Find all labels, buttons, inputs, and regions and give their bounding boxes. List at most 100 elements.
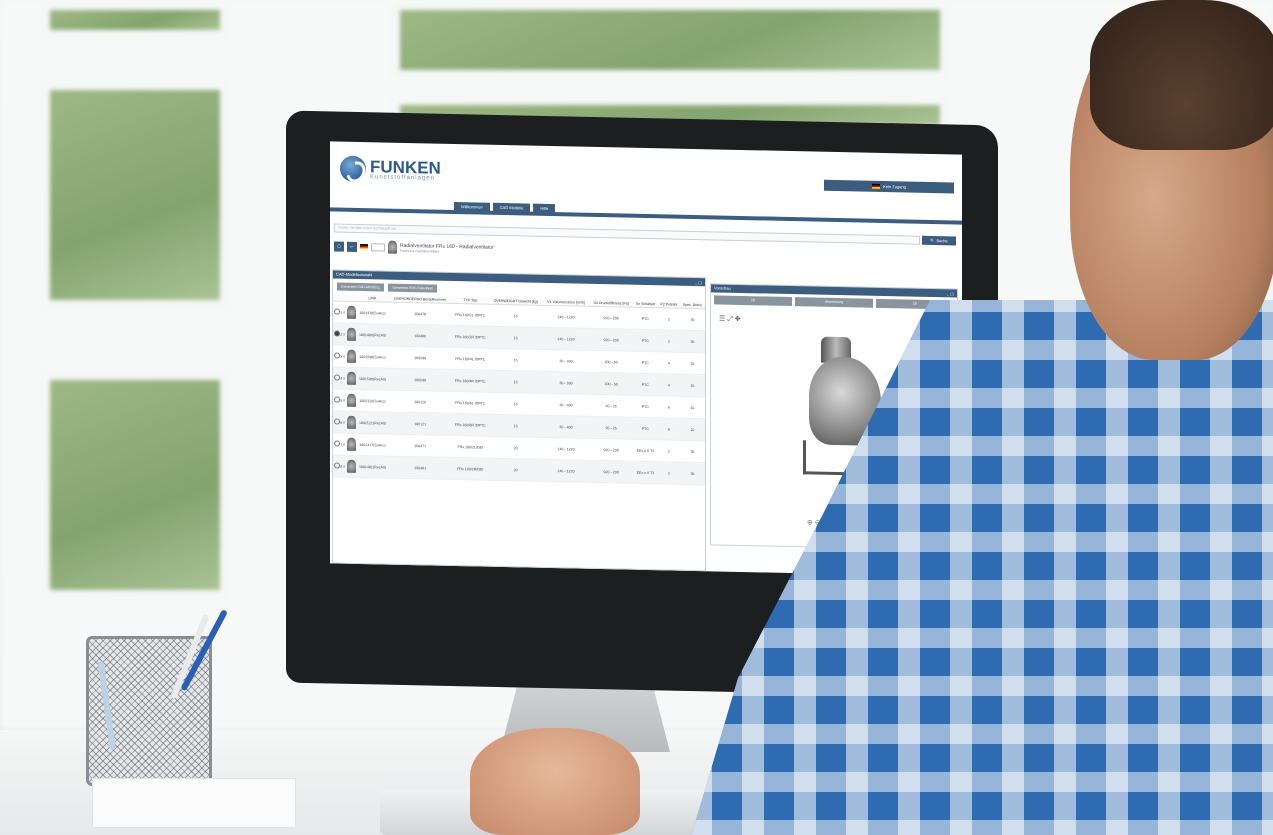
cell-order: 100121 — [388, 412, 453, 436]
cad-panel-title: CAD-Modellauswahl — [336, 271, 373, 278]
cell-poles: 2 — [657, 439, 680, 463]
cell-weight: 15 — [488, 370, 543, 394]
cell-type: FRs 160/6L /DPTC — [452, 391, 489, 415]
breadcrumb: Radialventilator FRs 160 - Radialventila… — [400, 242, 494, 254]
hand — [470, 728, 640, 835]
row-select-radio[interactable] — [333, 440, 340, 447]
cell-weight: 15 — [488, 392, 543, 416]
row-select-radio[interactable] — [333, 308, 340, 315]
nav-row: ⌂ ← Radialventilator FRs 160 - Radialven… — [334, 239, 494, 255]
table-cell-icon — [345, 433, 357, 456]
row-select-radio[interactable] — [333, 374, 340, 381]
cell-type: FRs 160/4L /DPTC — [452, 347, 489, 371]
row-select-radio[interactable] — [333, 462, 340, 469]
row-select-radio[interactable] — [333, 352, 340, 359]
cell-order: 100481 — [388, 456, 453, 480]
view-3d-button[interactable]: 3D — [714, 295, 792, 307]
table-cell-icon — [345, 323, 357, 346]
window-pane-top-left — [40, 0, 230, 40]
generate-cad-button[interactable]: Generiere CAD-MODELL — [337, 282, 385, 292]
cell-flow: 30 - 400 — [542, 393, 590, 417]
table-cell-icon — [333, 432, 341, 456]
cell-poles: 6 — [657, 395, 680, 419]
user-bar[interactable]: Kein Zugang — [824, 179, 954, 194]
cell-link: 1001480(RecAlt) — [356, 323, 389, 347]
cad-download-icon[interactable]: ⇩ — [343, 376, 346, 380]
user-label: Kein Zugang — [883, 183, 906, 190]
cad-download-icon[interactable]: ⇩ — [343, 398, 346, 402]
cell-poles: 6 — [657, 417, 680, 441]
cell-pressure: 920 - 200 — [589, 306, 634, 330]
row-select-radio[interactable] — [333, 330, 340, 337]
row-select-radio[interactable] — [333, 396, 340, 403]
generate-pdf-button[interactable]: Generiere PDF-Datenblatt — [388, 283, 438, 293]
home-button[interactable]: ⌂ — [334, 240, 344, 252]
brand-name: FUNKEN — [370, 156, 441, 178]
cell-order: 100598 — [388, 368, 453, 392]
cell-poles: 2 — [657, 329, 680, 353]
cell-switch: PTC — [633, 307, 658, 330]
cell-flow: 140 - 1220 — [542, 437, 590, 461]
cad-download-icon[interactable]: ⇩ — [343, 332, 346, 336]
cell-type: FRs 160/2L/DEI — [452, 435, 489, 459]
row-select-radio[interactable] — [333, 418, 340, 425]
cell-flow: 140 - 1220 — [542, 327, 590, 351]
table-cell-icon — [333, 322, 341, 346]
panel-window-controls-icon[interactable]: _ ▢ — [695, 279, 702, 287]
cad-download-icon[interactable]: ⇩ — [343, 420, 346, 424]
table-cell-icon — [333, 388, 341, 412]
cad-download-icon[interactable]: ⇩ — [343, 442, 346, 446]
fan-thumbnail-icon — [388, 240, 397, 254]
cell-order: 100480 — [388, 324, 453, 348]
cell-switch: PTC — [633, 351, 658, 374]
table-cell-icon — [333, 410, 341, 434]
cell-pressure: 200 - 50 — [589, 350, 634, 374]
cell-weight: 15 — [488, 326, 543, 350]
cad-download-icon[interactable]: ⇩ — [343, 310, 346, 314]
table-cell-icon — [345, 389, 357, 412]
cell-pressure: 95 - 25 — [589, 416, 634, 440]
cell-extra: 35 — [679, 462, 705, 485]
fan-thumbnail-icon — [346, 415, 356, 429]
fan-thumbnail-icon — [346, 459, 356, 473]
cell-weight: 20 — [488, 436, 543, 460]
fan-thumbnail-icon — [346, 437, 356, 451]
window-pane-mid-top — [390, 0, 950, 80]
unit-select[interactable] — [371, 242, 385, 252]
cad-download-icon[interactable]: ⇩ — [343, 354, 346, 358]
cell-switch: PTC — [633, 373, 658, 396]
cell-type: FRs 160/2R/DEI — [452, 457, 489, 481]
language-flag-icon[interactable] — [360, 244, 368, 250]
cell-extra: 15 — [679, 352, 705, 375]
fan-thumbnail-icon — [346, 327, 356, 341]
table-cell-icon — [345, 345, 357, 368]
cell-pressure: 920 - 200 — [589, 460, 634, 484]
cell-order: 100120 — [388, 390, 453, 414]
table-cell-icon — [345, 301, 357, 324]
preview-panel-title: Vorschau — [714, 285, 731, 291]
cell-extra: 35 — [679, 440, 705, 463]
search-button[interactable]: 🔍 Suche — [922, 235, 956, 246]
preview-window-controls-icon[interactable]: _ ▢ — [947, 290, 954, 298]
table-cell-icon — [345, 411, 357, 434]
cell-poles: 4 — [657, 373, 680, 397]
fan-thumbnail-icon — [346, 371, 356, 385]
fan-thumbnail-icon — [346, 349, 356, 363]
cell-extra: 10 — [679, 418, 705, 441]
cad-download-icon[interactable]: ⇩ — [343, 464, 346, 468]
viewer-toolbar-icon[interactable]: ☰ ⤢ ✥ — [719, 315, 741, 324]
cell-type: FRs 160/6R /DPTC — [452, 413, 489, 437]
funken-logo[interactable]: FUNKEN Kunststoffanlagen — [340, 155, 441, 184]
table-cell-icon — [333, 454, 341, 478]
cell-link: 1001598(RecAlt) — [356, 367, 389, 391]
view-dimensions-button[interactable]: Abmessung — [795, 297, 873, 308]
table-cell-icon — [333, 344, 341, 368]
search-button-label: Suche — [936, 238, 948, 244]
notepad — [92, 778, 296, 828]
cell-type: FRs 160/4R /DPTC — [452, 369, 489, 393]
back-button[interactable]: ← — [347, 241, 357, 252]
table-cell-icon — [333, 366, 341, 390]
cell-pressure: 920 - 200 — [589, 328, 634, 352]
window-pane-left-lower — [40, 370, 230, 600]
table-cell-icon — [345, 455, 357, 478]
